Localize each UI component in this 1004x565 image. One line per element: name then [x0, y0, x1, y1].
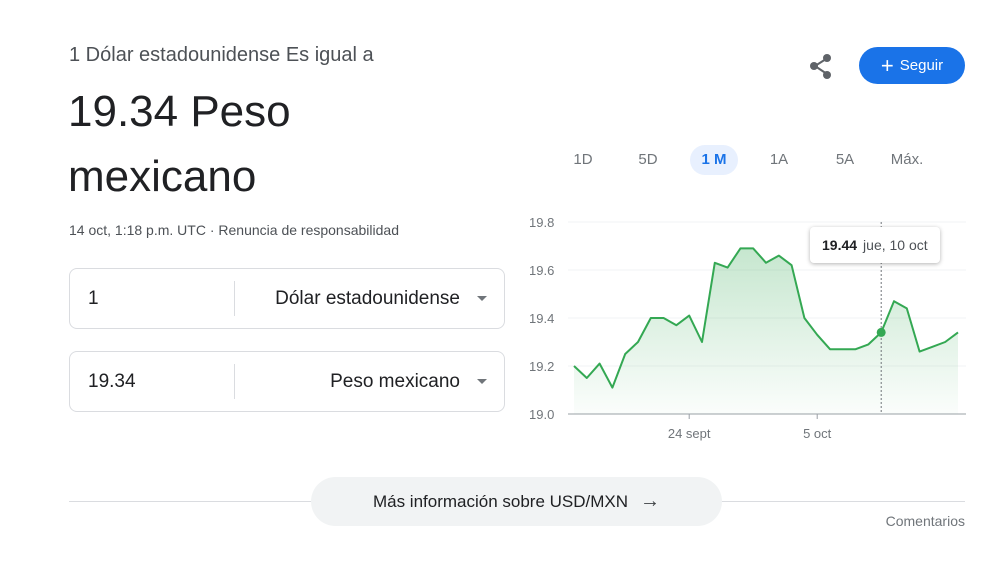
- y-tick-label: 19.0: [529, 407, 554, 422]
- chevron-down-icon[interactable]: [477, 379, 487, 384]
- hover-point: [876, 327, 886, 337]
- tab-5d[interactable]: 5D: [625, 145, 671, 175]
- share-icon[interactable]: [806, 52, 836, 82]
- follow-label: Seguir: [899, 57, 944, 74]
- more-info-button[interactable]: Más información sobre USD/MXN →: [311, 477, 722, 526]
- x-tick-label: 24 sept: [668, 426, 711, 441]
- conversion-result-line2: mexicano: [68, 152, 257, 201]
- tooltip-date: jue, 10 oct: [863, 237, 928, 253]
- chart-tooltip: 19.44 jue, 10 oct: [810, 227, 940, 263]
- disclaimer-link[interactable]: Renuncia de responsabilidad: [218, 222, 399, 238]
- tab-max[interactable]: Máx.: [884, 145, 930, 175]
- to-currency-select[interactable]: Peso mexicano: [330, 352, 460, 411]
- series-area: [574, 248, 958, 414]
- y-tick-label: 19.6: [529, 263, 554, 278]
- timestamp-row: 14 oct, 1:18 p.m. UTC · Renuncia de resp…: [69, 222, 399, 238]
- from-currency-select[interactable]: Dólar estadounidense: [275, 269, 460, 328]
- x-tick-label: 5 oct: [803, 426, 832, 441]
- to-amount-input[interactable]: 19.34: [88, 352, 136, 411]
- feedback-link[interactable]: Comentarios: [886, 513, 965, 529]
- tab-5a[interactable]: 5A: [822, 145, 868, 175]
- y-tick-label: 19.2: [529, 359, 554, 374]
- tooltip-value: 19.44: [822, 237, 858, 253]
- follow-button[interactable]: + Seguir: [859, 47, 965, 84]
- conversion-result-line1: 19.34 Peso: [68, 87, 291, 136]
- arrow-right-icon: →: [640, 490, 661, 512]
- from-currency-row: 1 Dólar estadounidense: [69, 268, 505, 329]
- separator: ·: [209, 222, 215, 238]
- to-currency-row: 19.34 Peso mexicano: [69, 351, 505, 412]
- conversion-subtitle: 1 Dólar estadounidense Es igual a: [69, 44, 374, 66]
- chevron-down-icon[interactable]: [477, 296, 487, 301]
- time-range-tabs: 1D 5D 1 M 1A 5A Máx.: [560, 145, 960, 177]
- more-info-label: Más información sobre USD/MXN: [372, 491, 629, 511]
- timestamp: 14 oct, 1:18 p.m. UTC: [69, 222, 206, 238]
- tab-1m[interactable]: 1 M: [690, 145, 738, 175]
- tab-1d[interactable]: 1D: [560, 145, 606, 175]
- divider: [234, 281, 235, 316]
- y-tick-label: 19.8: [529, 215, 554, 230]
- from-amount-input[interactable]: 1: [88, 269, 99, 328]
- y-tick-label: 19.4: [529, 311, 554, 326]
- plus-icon: +: [880, 52, 894, 78]
- divider: [234, 364, 235, 399]
- tab-1a[interactable]: 1A: [756, 145, 802, 175]
